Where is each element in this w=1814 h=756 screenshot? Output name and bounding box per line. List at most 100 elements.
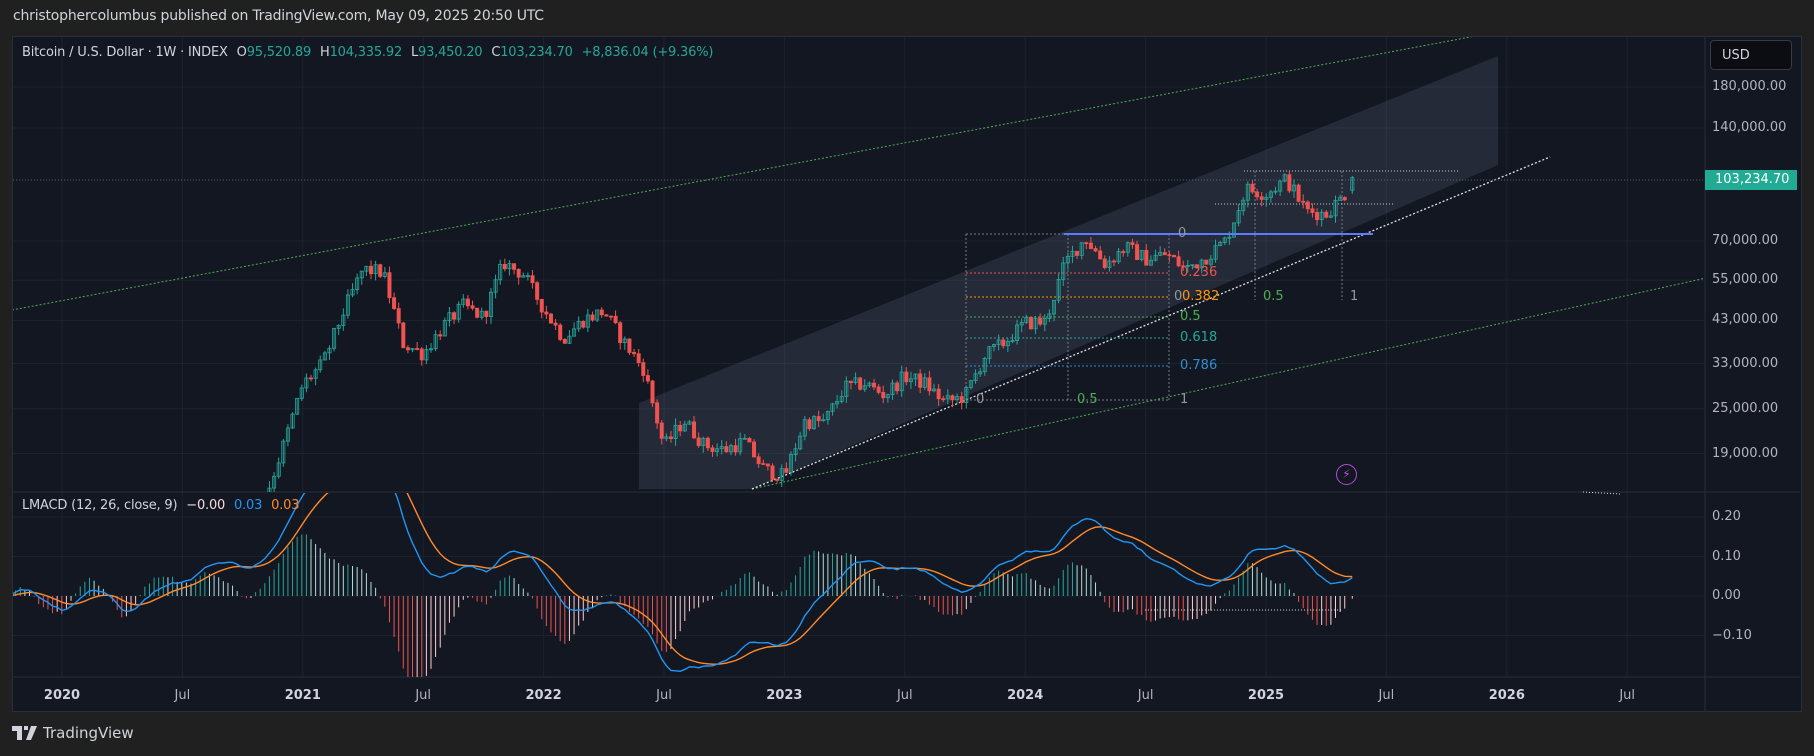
high-label: H: [320, 45, 330, 60]
signal-value: 0.03: [271, 498, 300, 513]
candle-body: [166, 571, 169, 572]
candle-body: [1305, 201, 1310, 210]
candle-body: [148, 576, 151, 581]
candle-body: [1144, 250, 1149, 266]
time-tick-label: Jul: [415, 688, 432, 703]
candle-body: [1130, 242, 1135, 246]
time-tick-label: Jul: [1378, 688, 1395, 703]
candle-body: [254, 517, 257, 535]
symbol-title: Bitcoin / U.S. Dollar · 1W · INDEX: [22, 45, 228, 60]
symbol-legend[interactable]: Bitcoin / U.S. Dollar · 1W · INDEX O95,5…: [22, 45, 718, 60]
candle-body: [941, 398, 946, 401]
price-tick-label: 25,000.00: [1712, 400, 1779, 416]
candle-body: [692, 421, 697, 439]
candle-body: [724, 446, 729, 453]
candle-body: [641, 362, 646, 376]
candle-body: [535, 282, 540, 300]
candle-body: [1075, 250, 1080, 256]
price-tick-label: 70,000.00: [1712, 232, 1779, 248]
candle-body: [655, 402, 660, 424]
candle-body: [33, 579, 36, 593]
candle-body: [180, 569, 183, 580]
candle-body: [581, 320, 586, 328]
candle-body: [1342, 197, 1347, 201]
candle-body: [1162, 252, 1167, 256]
lightning-event-icon[interactable]: ⚡: [1336, 464, 1357, 485]
time-tick-label: 2026: [1488, 688, 1525, 703]
candle-body: [199, 542, 202, 548]
candle-body: [14, 572, 17, 585]
currency-button[interactable]: USD: [1710, 40, 1792, 70]
candle-body: [83, 573, 86, 575]
time-tick-label: Jul: [1619, 688, 1636, 703]
candle-body: [558, 324, 563, 340]
candle-body: [756, 456, 761, 464]
footer-logo-text: TradingView: [43, 724, 134, 742]
candle-body: [452, 312, 457, 320]
parallel-channel-shade: [639, 56, 1498, 489]
candle-body: [120, 618, 123, 627]
candle-body: [668, 436, 673, 439]
candle-body: [240, 543, 243, 548]
fib-time-label-0: 0: [976, 392, 985, 407]
fib-time-label-1-right: 1: [1350, 289, 1359, 304]
candle-body: [176, 566, 179, 579]
candle-body: [1028, 316, 1033, 330]
candle-body: [0, 586, 3, 588]
candle-body: [162, 571, 165, 576]
candle-body: [92, 568, 95, 581]
time-tick-label: Jul: [1137, 688, 1154, 703]
candle-body: [784, 468, 789, 473]
price-tick-label: 43,000.00: [1712, 312, 1779, 328]
price-tick-label: 180,000.00: [1712, 79, 1787, 94]
macd-hist-value: −0.00: [186, 498, 226, 513]
candle-body: [1084, 242, 1089, 245]
candle-body: [1301, 200, 1306, 203]
candle-body: [936, 388, 941, 400]
candle-body: [747, 437, 752, 443]
macd-legend[interactable]: LMACD (12, 26, close, 9) −0.00 0.03 0.03: [22, 498, 304, 513]
candle-body: [368, 265, 373, 275]
macd-value: 0.03: [234, 498, 263, 513]
candle-body: [88, 568, 91, 573]
candle-body: [1204, 259, 1209, 265]
candle-body: [203, 535, 206, 542]
candle-body: [308, 377, 313, 380]
candle-body: [881, 392, 886, 399]
time-tick-label: Jul: [896, 688, 913, 703]
chart-canvas[interactable]: [0, 0, 1814, 756]
candle-body: [236, 535, 239, 542]
candle-body: [222, 537, 225, 540]
candle-body: [650, 380, 655, 404]
candle-body: [1255, 191, 1260, 198]
candle-body: [613, 315, 618, 324]
fib-label-0236: 0.236: [1180, 265, 1218, 280]
candle-body: [212, 538, 215, 541]
fib-label-0786: 0.786: [1180, 358, 1218, 373]
candle-body: [632, 352, 637, 355]
candle-body: [553, 322, 558, 326]
candle-body: [157, 568, 160, 576]
price-tick-label: 19,000.00: [1712, 445, 1779, 461]
candle-body: [918, 373, 923, 388]
time-tick-label: 2023: [766, 688, 803, 703]
candle-body: [1171, 255, 1176, 258]
time-tick-label: Jul: [656, 688, 672, 703]
macd-title: LMACD (12, 26, close, 9): [22, 498, 178, 513]
candle-body: [392, 297, 397, 309]
candle-body: [848, 380, 853, 384]
candle-body: [1111, 260, 1116, 263]
candle-body: [895, 382, 900, 392]
candle-body: [1102, 258, 1107, 268]
candle-body: [1259, 196, 1264, 200]
candle-body: [1001, 339, 1006, 347]
candle-body: [5, 577, 8, 586]
candle-body: [590, 314, 595, 321]
candle-body: [484, 310, 489, 317]
candle-body: [470, 305, 475, 309]
time-tick-label: 2021: [284, 688, 321, 703]
candle-body: [705, 437, 710, 449]
candle-body: [1135, 244, 1140, 261]
candle-body: [618, 322, 623, 344]
candle-body: [1167, 254, 1172, 257]
